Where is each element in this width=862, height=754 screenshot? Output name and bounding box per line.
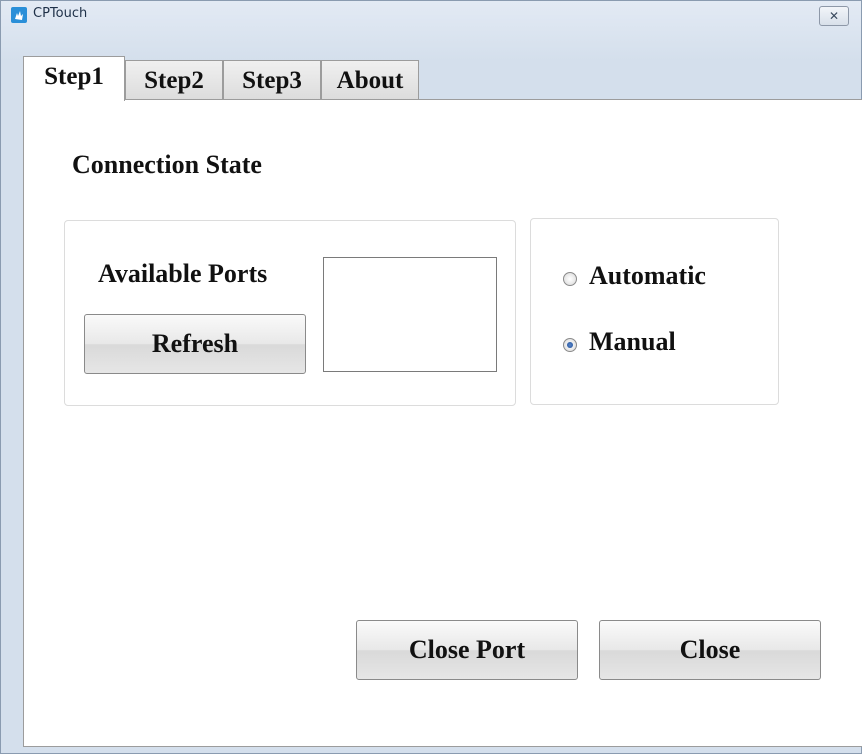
manual-radio[interactable]	[563, 338, 577, 352]
radio-selected-dot	[567, 342, 573, 348]
window-title: CPTouch	[33, 6, 88, 21]
automatic-radio[interactable]	[563, 272, 577, 286]
app-window: CPTouch ✕ Step1 Step2 Step3 About Connec…	[0, 0, 862, 754]
available-ports-label: Available Ports	[98, 259, 268, 288]
close-button[interactable]: Close	[599, 620, 821, 680]
mode-group: Automatic Manual	[530, 218, 779, 405]
close-port-button[interactable]: Close Port	[356, 620, 578, 680]
cptouch-app-icon	[11, 7, 27, 23]
automatic-label[interactable]: Automatic	[589, 261, 706, 291]
step1-panel: Connection State Available Ports Refresh…	[23, 99, 862, 747]
ports-group: Available Ports Refresh	[64, 220, 516, 406]
title-bar[interactable]: CPTouch ✕	[1, 1, 861, 29]
tab-step2[interactable]: Step2	[125, 60, 223, 100]
manual-label[interactable]: Manual	[589, 327, 676, 357]
connection-state-heading: Connection State	[72, 150, 262, 179]
refresh-button[interactable]: Refresh	[84, 314, 306, 374]
close-icon[interactable]: ✕	[819, 6, 849, 26]
tab-about[interactable]: About	[321, 60, 419, 100]
available-ports-list[interactable]	[323, 257, 497, 372]
tab-step3[interactable]: Step3	[223, 60, 321, 100]
tab-step1[interactable]: Step1	[23, 56, 125, 101]
